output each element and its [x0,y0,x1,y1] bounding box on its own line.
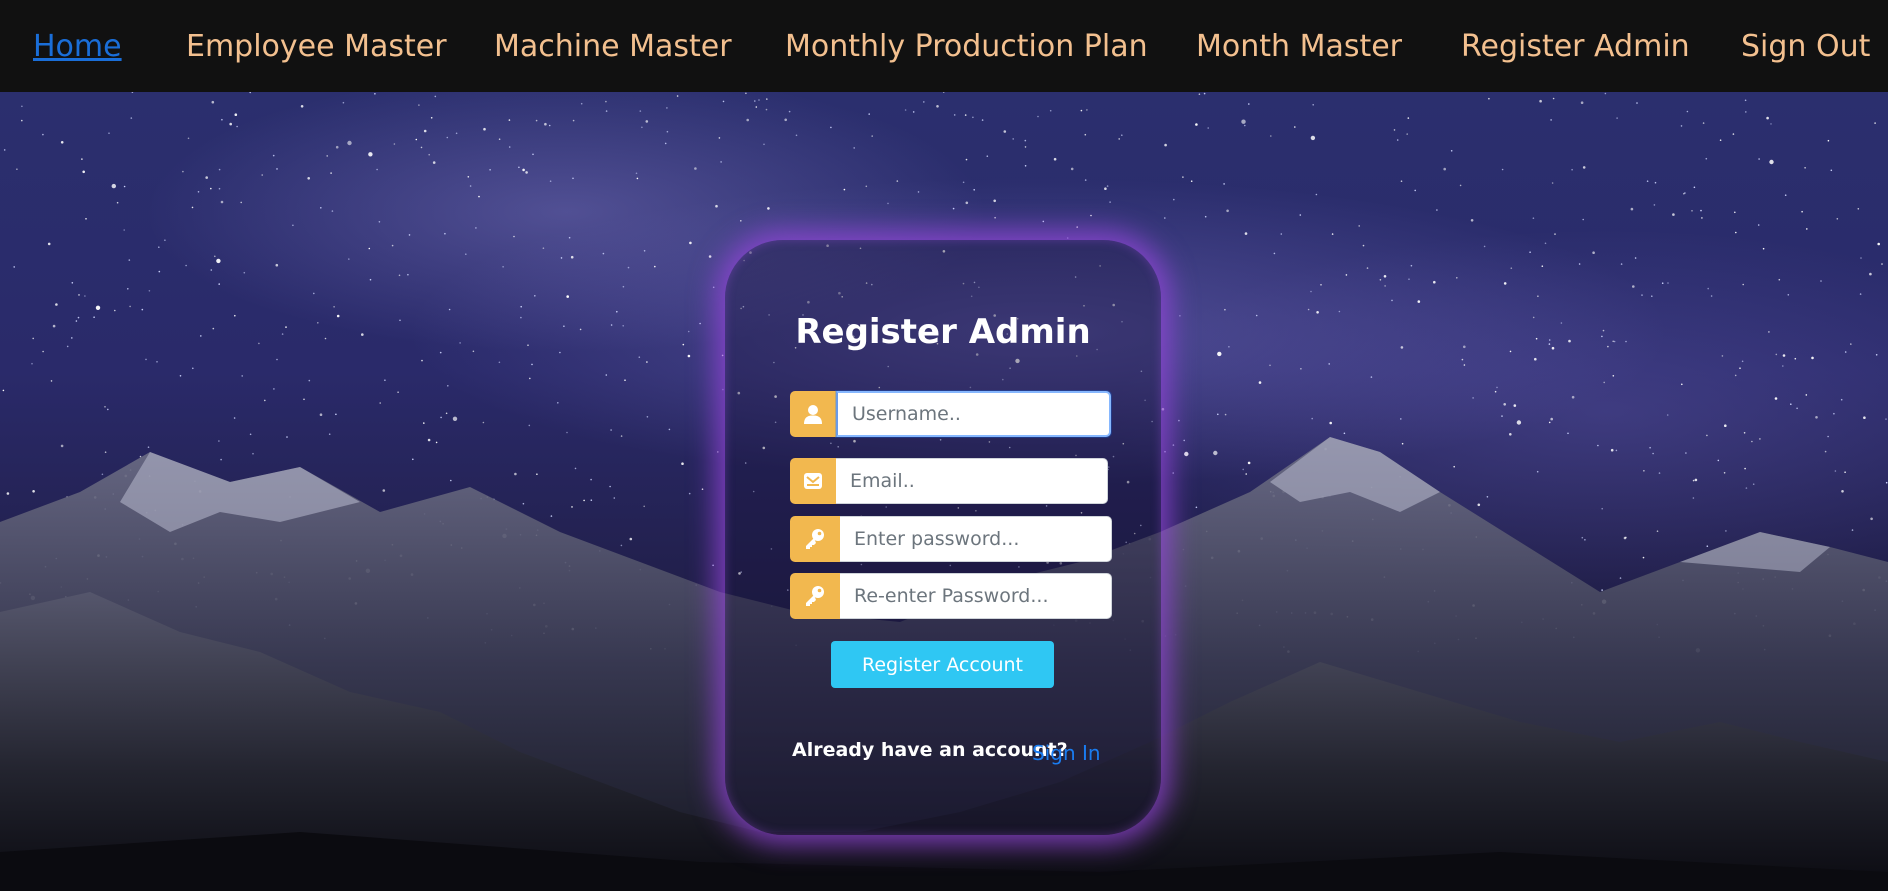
already-have-account-text: Already have an account? [792,739,1068,761]
key-icon [790,573,840,619]
register-title: Register Admin [795,312,1091,352]
nav-sign-out-link[interactable]: Sign Out [1741,24,1870,70]
user-icon [790,391,836,437]
confirm-password-field [790,573,1112,619]
nav-monthly-production-plan-link[interactable]: Monthly Production Plan [785,24,1148,70]
password-input[interactable] [840,516,1112,562]
nav-machine-master-link[interactable]: Machine Master [494,24,732,70]
envelope-icon [790,458,836,504]
nav-register-admin-link[interactable]: Register Admin [1461,24,1690,70]
email-field [790,458,1108,504]
nav-month-master-link[interactable]: Month Master [1196,24,1402,70]
nav-home-link[interactable]: Home [33,24,122,70]
password-field [790,516,1112,562]
username-field [790,391,1111,437]
sign-in-link[interactable]: Sign In [1032,741,1101,765]
nav-employee-master-link[interactable]: Employee Master [186,24,447,70]
email-input[interactable] [836,458,1108,504]
confirm-password-input[interactable] [840,573,1112,619]
register-account-button[interactable]: Register Account [831,641,1054,688]
top-navbar: Home Employee Master Machine Master Mont… [0,0,1888,92]
username-input[interactable] [836,391,1111,437]
key-icon [790,516,840,562]
